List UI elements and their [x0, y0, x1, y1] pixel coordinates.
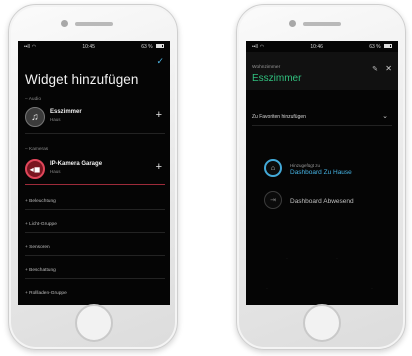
- favorites-header[interactable]: Zu Favoriten hinzufügen: [252, 114, 306, 120]
- status-time: 10:45: [82, 43, 95, 50]
- section-label-kameras: – Kameras: [25, 147, 49, 152]
- page-title: Widget hinzufügen: [25, 72, 139, 87]
- carrier-text: ••ll: [24, 43, 30, 50]
- background-dot: ·: [266, 286, 268, 292]
- camera-icon: ◂◼: [25, 159, 45, 179]
- divider: [252, 125, 392, 126]
- background-dot: ·: [371, 286, 373, 292]
- item-name: IP-Kamera Garage: [50, 161, 103, 167]
- background-dot: ·: [336, 256, 338, 262]
- dashboard-home-icon[interactable]: ⌂: [264, 159, 282, 177]
- room-name: Esszimmer: [252, 73, 302, 84]
- edit-pencil-icon[interactable]: ✎: [372, 65, 378, 73]
- category-beschattung[interactable]: + Beschattung: [25, 268, 56, 273]
- section-label-audio: – Audio: [25, 97, 42, 102]
- signal-indicator: ••ll ◠: [252, 44, 264, 50]
- list-item-camera-garage[interactable]: ◂◼ IP-Kamera Garage Haus +: [18, 157, 170, 187]
- divider: [25, 278, 165, 279]
- dashboard-added-label: Hinzugefügt zu: [290, 163, 321, 168]
- screen-add-favorite: ••ll ◠ 10:46 63 % Wohnzimmer Esszimmer ✎…: [246, 41, 398, 305]
- earpiece-speaker: [303, 22, 341, 26]
- battery-text: 63 %: [141, 43, 153, 50]
- battery-icon: [383, 44, 392, 49]
- category-beleuchtung[interactable]: + Beleuchtung: [25, 199, 56, 204]
- divider-selected: [25, 184, 165, 185]
- background-dot: ·: [286, 256, 288, 262]
- home-button[interactable]: [303, 304, 341, 342]
- front-camera: [61, 20, 68, 27]
- phone-right: ••ll ◠ 10:46 63 % Wohnzimmer Esszimmer ✎…: [236, 4, 406, 350]
- room-label: Wohnzimmer: [252, 65, 281, 70]
- battery-text: 63 %: [369, 43, 381, 50]
- divider: [25, 209, 165, 210]
- battery-indicator: 63 %: [369, 44, 392, 50]
- divider: [25, 133, 165, 134]
- item-sub: Haus: [50, 117, 61, 122]
- category-licht-gruppe[interactable]: + Licht-Gruppe: [25, 222, 57, 227]
- confirm-check-icon[interactable]: ✓: [156, 56, 164, 67]
- screen-widget-add: ••ll ◠ 10:45 63 % ✓ Widget hinzufügen – …: [18, 41, 170, 305]
- phone-left: ••ll ◠ 10:45 63 % ✓ Widget hinzufügen – …: [8, 4, 178, 350]
- dashboard-away-icon[interactable]: ⇥: [264, 191, 282, 209]
- add-item-button[interactable]: +: [156, 109, 162, 121]
- add-item-button[interactable]: +: [156, 161, 162, 173]
- item-sub: Haus: [50, 169, 61, 174]
- earpiece-speaker: [75, 22, 113, 26]
- dashboard-zu-hause[interactable]: Dashboard Zu Hause: [290, 169, 352, 176]
- dashboard-abwesend[interactable]: Dashboard Abwesend: [290, 198, 354, 205]
- close-icon[interactable]: ✕: [385, 64, 392, 73]
- home-button[interactable]: [75, 304, 113, 342]
- status-time: 10:46: [310, 43, 323, 50]
- divider: [25, 255, 165, 256]
- category-rollladen-gruppe[interactable]: + Rollladen-Gruppe: [25, 291, 67, 296]
- battery-icon: [155, 44, 164, 49]
- status-bar: ••ll ◠ 10:46 63 %: [246, 41, 398, 52]
- item-name: Esszimmer: [50, 109, 82, 115]
- music-note-icon: ♫: [25, 107, 45, 127]
- carrier-text: ••ll: [252, 43, 258, 50]
- wifi-icon: ◠: [31, 43, 37, 50]
- category-sensoren[interactable]: + Sensoren: [25, 245, 50, 250]
- front-camera: [289, 20, 296, 27]
- battery-indicator: 63 %: [141, 44, 164, 50]
- list-item-audio-esszimmer[interactable]: ♫ Esszimmer Haus +: [18, 105, 170, 135]
- wifi-icon: ◠: [259, 43, 265, 50]
- status-bar: ••ll ◠ 10:45 63 %: [18, 41, 170, 52]
- signal-indicator: ••ll ◠: [24, 44, 36, 50]
- divider: [25, 232, 165, 233]
- chevron-down-icon[interactable]: ⌄: [382, 112, 388, 120]
